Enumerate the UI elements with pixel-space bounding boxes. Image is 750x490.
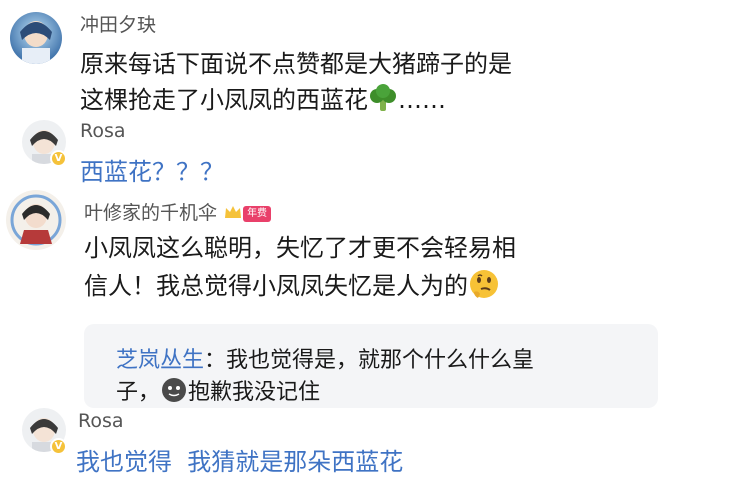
thinking-face-icon (468, 268, 500, 306)
comment-text-line: 这棵抢走了小凤凤的西蓝花 …… (80, 80, 446, 118)
comment-username[interactable]: 冲田夕玦 (80, 10, 156, 37)
quote-line: 子， 抱歉我没记住 (116, 374, 320, 410)
comment-text-segment: …… (398, 86, 446, 114)
comment-username: 叶修家的千机伞 年费 (84, 198, 272, 225)
quote-separator: ： (204, 348, 227, 373)
comment-text-line: 西蓝花？？？ (80, 158, 224, 186)
comment-text-segment: 信人！我总觉得小凤凤失忆是人为的 (84, 272, 468, 300)
broccoli-icon (368, 84, 398, 118)
verified-badge: V (50, 150, 67, 167)
quote-text: 抱歉我没记住 (188, 380, 321, 405)
annual-vip-badge: 年费 (243, 205, 272, 222)
crown-icon (223, 203, 243, 225)
comment-text-line: 小凤凤这么聪明，失忆了才更不会轻易相 (84, 234, 516, 262)
avatar[interactable] (6, 190, 66, 250)
dark-smiley-icon (160, 376, 188, 410)
comment-text-line: 原来每话下面说不点赞都是大猪蹄子的是 (80, 50, 512, 78)
anime-avatar-icon (10, 12, 62, 64)
avatar[interactable] (10, 12, 62, 64)
quote-line: 芝岚丛生：我也觉得是，就那个什么什么皇 (116, 342, 534, 374)
quote-text: 子， (116, 380, 161, 405)
comment-username[interactable]: Rosa (80, 120, 126, 142)
quote-text: 我也觉得是，就那个什么什么皇 (226, 348, 535, 373)
verified-badge: V (50, 438, 67, 455)
comment-username[interactable]: Rosa (78, 410, 124, 432)
anime-avatar-icon (6, 190, 66, 250)
comment-username-text[interactable]: 叶修家的千机伞 (84, 202, 217, 224)
quote-username[interactable]: 芝岚丛生 (116, 348, 204, 373)
comment-text-segment: 这棵抢走了小凤凤的西蓝花 (80, 86, 368, 114)
comment-text-line: 我也觉得 我猜就是那朵西蓝花 (76, 448, 404, 476)
comment-text-line: 信人！我总觉得小凤凤失忆是人为的 (84, 266, 500, 306)
